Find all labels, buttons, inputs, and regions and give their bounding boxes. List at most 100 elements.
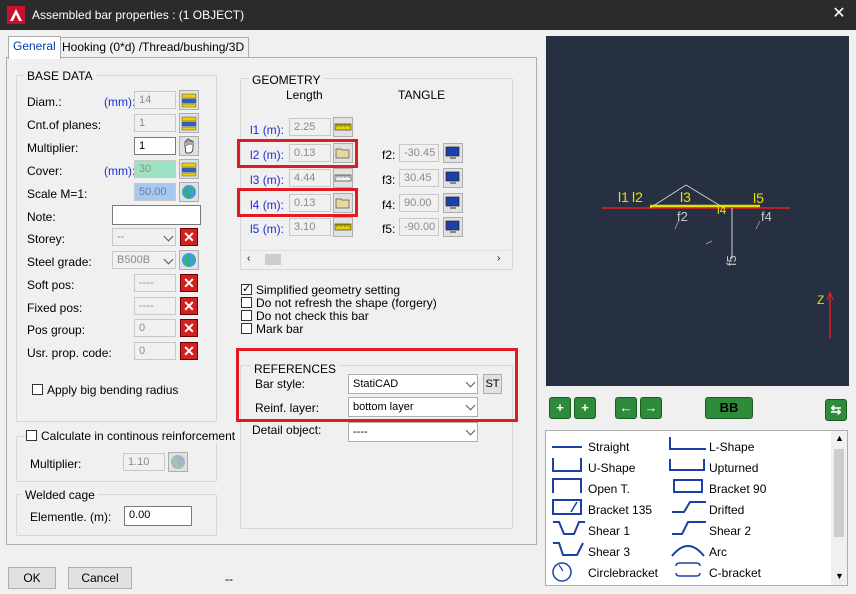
clear-x-icon[interactable]: ✕ (180, 274, 198, 292)
l5-field[interactable]: 3.10 (289, 218, 331, 236)
storey-select[interactable]: -- (112, 228, 176, 246)
shape-u-shape[interactable]: U-Shape (588, 461, 635, 475)
f2-field[interactable]: -30.45 (399, 144, 439, 162)
monitor-icon[interactable] (443, 217, 463, 237)
diam-unit: (mm): (104, 95, 136, 109)
simplified-geometry-label: Simplified geometry setting (256, 283, 401, 297)
stack-icon[interactable] (179, 90, 199, 110)
length-measure-icon[interactable] (333, 168, 353, 188)
shape-shear-2[interactable]: Shear 2 (709, 524, 751, 538)
f5-field[interactable]: -90.00 (399, 218, 439, 236)
storey-label: Storey: (27, 232, 66, 246)
scrollbar-thumb[interactable] (265, 254, 281, 265)
elementle-field[interactable]: 0.00 (124, 506, 192, 526)
simplified-geometry-checkbox[interactable] (241, 282, 252, 295)
scroll-up-icon[interactable]: ▲ (835, 433, 844, 443)
multiplier-field[interactable]: 1 (134, 137, 176, 155)
planes-field[interactable]: 1 (134, 114, 176, 132)
shape-bracket-135[interactable]: Bracket 135 (588, 503, 652, 517)
continuous-checkbox[interactable] (26, 430, 37, 441)
length-measure-icon[interactable] (333, 217, 353, 237)
scroll-right-icon[interactable]: › (497, 253, 500, 264)
st-button[interactable]: ST (483, 374, 502, 394)
shape-shear-3[interactable]: Shear 3 (588, 545, 630, 559)
l3-label: l3 (m): (250, 173, 285, 187)
shape-list[interactable]: Straight L-Shape U-Shape Upturned Open T… (545, 430, 848, 586)
note-field[interactable] (112, 205, 201, 225)
tab-general[interactable]: General (8, 36, 61, 59)
f4-field[interactable]: 90.00 (399, 194, 439, 212)
shape-bracket-90[interactable]: Bracket 90 (709, 482, 766, 496)
shape-c-bracket[interactable]: C-bracket (709, 566, 761, 580)
shape-l-shape[interactable]: L-Shape (709, 440, 754, 454)
bb-button[interactable]: BB (705, 397, 753, 419)
shape-shear-1[interactable]: Shear 1 (588, 524, 630, 538)
bar-style-select[interactable]: StatiCAD (348, 374, 478, 394)
hand-icon[interactable] (179, 136, 199, 156)
swap-icon[interactable]: ⇆ (825, 399, 847, 421)
clear-x-icon[interactable]: ✕ (180, 342, 198, 360)
close-icon[interactable]: ✕ (830, 5, 848, 23)
no-check-label: Do not check this bar (256, 309, 369, 323)
reinf-layer-select[interactable]: bottom layer (348, 397, 478, 417)
stack-icon[interactable] (179, 113, 199, 133)
no-check-checkbox[interactable] (241, 310, 252, 321)
soft-pos-field[interactable]: ---- (134, 274, 176, 292)
preview-label-f2: f2 (677, 209, 688, 224)
shape-open-t[interactable]: Open T. (588, 482, 630, 496)
cover-unit: (mm): (104, 164, 136, 178)
clear-x-icon[interactable]: ✕ (180, 319, 198, 337)
l-shape-icon (669, 437, 706, 450)
arrow-right-icon[interactable]: → (640, 397, 662, 419)
fixed-pos-field[interactable]: ---- (134, 297, 176, 315)
clear-x-icon[interactable]: ✕ (180, 297, 198, 315)
tab-hooking[interactable]: Hooking (0*d) /Thread/bushing/3D (57, 37, 250, 58)
monitor-icon[interactable] (443, 143, 463, 163)
scroll-left-icon[interactable]: ‹ (247, 253, 250, 264)
shape-circlebracket[interactable]: Circlebracket (588, 566, 658, 580)
usr-prop-field[interactable]: 0 (134, 342, 176, 360)
globe-icon[interactable] (179, 182, 199, 202)
continuous-multiplier-field[interactable]: 1.10 (123, 453, 165, 471)
highlight-l4 (237, 188, 358, 217)
no-refresh-checkbox[interactable] (241, 297, 252, 308)
ok-button[interactable]: OK (8, 567, 56, 589)
add-right-icon[interactable]: + (574, 397, 596, 419)
f3-field[interactable]: 30.45 (399, 169, 439, 187)
globe-icon[interactable] (179, 250, 199, 270)
cover-field[interactable]: 30 (134, 160, 176, 178)
straight-shape-icon (552, 446, 582, 448)
add-left-icon[interactable]: + (549, 397, 571, 419)
pos-group-field[interactable]: 0 (134, 319, 176, 337)
arrow-left-icon[interactable]: ← (615, 397, 637, 419)
steel-grade-select[interactable]: B500B (112, 251, 176, 269)
clear-x-icon[interactable]: ✕ (180, 228, 198, 246)
geometry-scrollbar[interactable]: ‹ › (241, 250, 510, 268)
shape-list-scrollbar[interactable]: ▲ ▼ (831, 431, 847, 585)
monitor-icon[interactable] (443, 193, 463, 213)
monitor-icon[interactable] (443, 168, 463, 188)
shape-arc[interactable]: Arc (709, 545, 727, 559)
shape-straight[interactable]: Straight (588, 440, 629, 454)
mark-bar-checkbox[interactable] (241, 323, 252, 334)
detail-object-select[interactable]: ---- (348, 422, 478, 442)
scroll-down-icon[interactable]: ▼ (835, 571, 844, 581)
scale-field[interactable]: 50.00 (134, 183, 176, 201)
diam-field[interactable]: 14 (134, 91, 176, 109)
fixed-pos-label: Fixed pos: (27, 301, 83, 315)
shape-upturned[interactable]: Upturned (709, 461, 758, 475)
detail-object-label: Detail object: (252, 423, 322, 437)
scrollbar-thumb[interactable] (834, 449, 844, 537)
l1-field[interactable]: 2.25 (289, 118, 331, 136)
globe-icon[interactable] (168, 452, 188, 472)
bar-preview-canvas[interactable]: l1 l2 l3 l4 l5 f2 f4 f5 Z (546, 36, 849, 386)
length-measure-icon[interactable] (333, 117, 353, 137)
bar-style-value: StatiCAD (353, 378, 399, 390)
l3-field[interactable]: 4.44 (289, 169, 331, 187)
l1-label: l1 (m): (250, 123, 285, 137)
cancel-button[interactable]: Cancel (68, 567, 132, 589)
stack-icon[interactable] (179, 159, 199, 179)
big-bending-checkbox[interactable] (32, 384, 43, 395)
shape-drifted[interactable]: Drifted (709, 503, 744, 517)
usr-prop-label: Usr. prop. code: (27, 346, 112, 360)
